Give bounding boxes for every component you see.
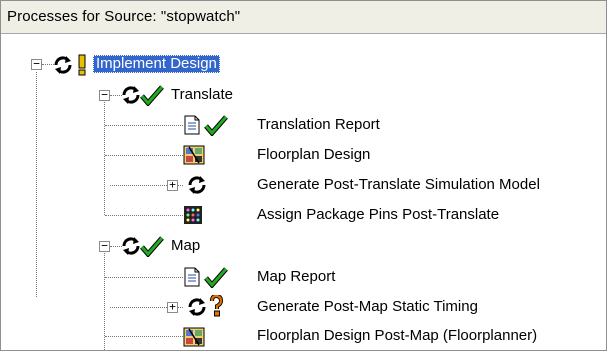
- tree-item-label: Generate Post-Translate Simulation Model: [257, 176, 540, 193]
- collapse-toggle[interactable]: −: [31, 58, 42, 70]
- checkmark-icon: [204, 267, 228, 288]
- tree-item-label: Generate Post-Map Static Timing: [257, 298, 478, 315]
- tree-connector: [105, 215, 183, 216]
- tree-connector: [105, 277, 183, 278]
- tree-connector: [105, 155, 183, 156]
- rerun-icon: [54, 56, 72, 74]
- tree-connector: [105, 125, 183, 126]
- tree-item-label: Implement Design: [93, 55, 220, 73]
- question-icon: [210, 295, 223, 317]
- expand-toggle[interactable]: +: [167, 179, 178, 191]
- collapse-toggle[interactable]: −: [99, 240, 110, 252]
- checkmark-icon: [204, 115, 228, 136]
- floorplanner-icon: [183, 145, 205, 165]
- tree-item-label: Floorplan Design: [257, 146, 371, 163]
- process-tree: − Implement Design − Translate Translati…: [1, 34, 606, 350]
- tree-item-label: Translate: [171, 86, 233, 103]
- rerun-icon: [122, 86, 140, 104]
- collapse-toggle[interactable]: −: [99, 89, 110, 101]
- rerun-icon: [122, 237, 140, 255]
- panel-title: Processes for Source: "stopwatch": [7, 8, 241, 25]
- checkmark-icon: [140, 85, 164, 106]
- tree-item-label: Translation Report: [257, 116, 380, 133]
- warning-icon: [78, 54, 86, 76]
- floorplanner-icon: [183, 327, 205, 347]
- rerun-icon: [188, 176, 206, 194]
- tree-item-label: Map Report: [257, 268, 336, 285]
- checkmark-icon: [140, 236, 164, 257]
- package-pins-icon: [184, 206, 202, 224]
- tree-item-label: Floorplan Design Post-Map (Floorplanner): [257, 327, 538, 344]
- panel-header: Processes for Source: "stopwatch": [1, 1, 606, 34]
- report-icon: [184, 115, 200, 135]
- tree-item-label: Assign Package Pins Post-Translate: [257, 206, 500, 223]
- report-icon: [184, 267, 200, 287]
- tree-connector: [104, 102, 105, 215]
- tree-item-label: Map: [171, 237, 201, 254]
- tree-connector: [36, 72, 37, 297]
- tree-connector: [105, 336, 183, 337]
- expand-toggle[interactable]: +: [167, 301, 178, 313]
- rerun-icon: [188, 298, 206, 316]
- processes-panel: Processes for Source: "stopwatch" − Impl…: [0, 0, 607, 351]
